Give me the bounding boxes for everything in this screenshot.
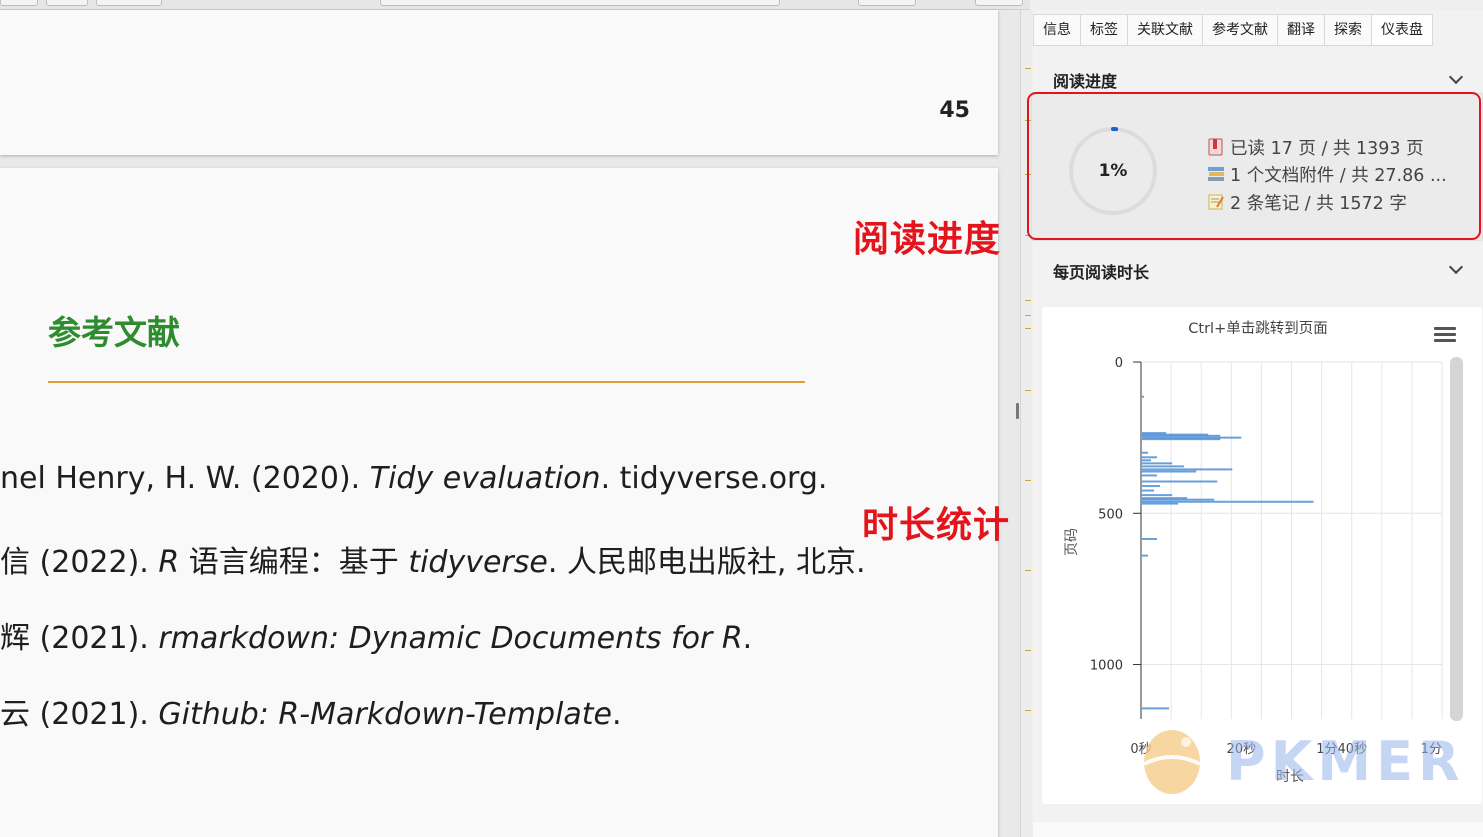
duration-bar[interactable] bbox=[1142, 468, 1233, 471]
tab-info[interactable]: 信息 bbox=[1033, 14, 1080, 46]
toolbar-button[interactable] bbox=[975, 0, 1023, 6]
duration-bar[interactable] bbox=[1142, 494, 1173, 497]
minimap-mark bbox=[1025, 68, 1031, 69]
duration-bar[interactable] bbox=[1142, 456, 1158, 459]
toolbar-button[interactable] bbox=[380, 0, 780, 6]
toolbar-button[interactable] bbox=[46, 0, 88, 6]
duration-bar[interactable] bbox=[1142, 489, 1155, 492]
pdf-page-previous: 45 bbox=[0, 10, 998, 155]
reference-title: rmarkdown: Dynamic Documents for R bbox=[158, 621, 743, 656]
minimap-mark bbox=[1025, 300, 1031, 301]
tab-dashboard[interactable]: 仪表盘 bbox=[1371, 14, 1433, 46]
duration-bar[interactable] bbox=[1142, 485, 1161, 488]
tab-related[interactable]: 关联文献 bbox=[1127, 14, 1202, 46]
minimap-mark bbox=[1025, 390, 1031, 391]
duration-bar[interactable] bbox=[1142, 470, 1197, 473]
duration-bar[interactable] bbox=[1142, 498, 1215, 501]
page-number: 45 bbox=[939, 98, 970, 123]
reference-title-rest: 语言编程：基于 bbox=[179, 545, 409, 580]
reference-entry: 信 (2022). R 语言编程：基于 tidyverse. 人民邮电出版社, … bbox=[0, 537, 866, 581]
reference-title-italic: tidyverse bbox=[408, 545, 548, 580]
app-window: 45 参考文献 nel Henry, H. W. (2020). Tidy ev… bbox=[0, 0, 1483, 837]
reference-title: R bbox=[158, 545, 180, 580]
chevron-down-icon[interactable] bbox=[1448, 69, 1464, 85]
duration-bar[interactable] bbox=[1142, 554, 1149, 557]
reference-source: . 人民邮电出版社, 北京. bbox=[547, 545, 866, 580]
reference-authors: nel Henry, H. W. (2020). bbox=[0, 461, 370, 496]
duration-bar[interactable] bbox=[1142, 395, 1144, 398]
reference-title: Github: R-Markdown-Template bbox=[158, 697, 612, 732]
duration-bar[interactable] bbox=[1142, 462, 1173, 465]
minimap-mark bbox=[1025, 710, 1031, 711]
tab-translate[interactable]: 翻译 bbox=[1277, 14, 1324, 46]
toolbar-button[interactable] bbox=[858, 0, 916, 6]
annotation-highlight-box bbox=[1027, 92, 1481, 240]
duration-bar[interactable] bbox=[1142, 459, 1152, 462]
duration-bar[interactable] bbox=[1142, 434, 1221, 437]
annotation-reading-progress: 阅读进度 bbox=[853, 218, 1002, 260]
duration-bar[interactable] bbox=[1142, 465, 1185, 468]
tab-tags[interactable]: 标签 bbox=[1080, 14, 1127, 46]
minimap-mark bbox=[1025, 480, 1031, 481]
reference-entry: 辉 (2021). rmarkdown: Dynamic Documents f… bbox=[0, 613, 752, 657]
section-title-reading-progress[interactable]: 阅读进度 bbox=[1053, 68, 1117, 92]
duration-bar[interactable] bbox=[1142, 474, 1158, 477]
pkmer-watermark: PKMER bbox=[1136, 720, 1466, 805]
reference-authors: 云 (2021). bbox=[0, 697, 159, 732]
y-tick-label: 1000 bbox=[1090, 659, 1123, 674]
heading-rule bbox=[48, 381, 805, 383]
pdf-viewer[interactable]: 45 参考文献 nel Henry, H. W. (2020). Tidy ev… bbox=[0, 10, 1020, 837]
pkmer-logo bbox=[1143, 730, 1201, 794]
duration-bar[interactable] bbox=[1142, 537, 1158, 540]
reference-source: . bbox=[611, 697, 622, 732]
chevron-down-icon[interactable] bbox=[1448, 259, 1464, 275]
pkmer-wordmark: PKMER bbox=[1226, 730, 1465, 793]
minimap-mark bbox=[1025, 315, 1031, 316]
references-heading: 参考文献 bbox=[48, 313, 180, 352]
pane-splitter-handle[interactable] bbox=[1016, 403, 1019, 419]
section-title-page-duration[interactable]: 每页阅读时长 bbox=[1053, 259, 1149, 283]
next-section-header bbox=[1033, 822, 1483, 837]
minimap-mark bbox=[1025, 328, 1031, 329]
y-axis-label: 页码 bbox=[1064, 528, 1080, 556]
duration-bar[interactable] bbox=[1142, 480, 1218, 483]
item-pane-tabs: 信息 标签 关联文献 参考文献 翻译 探索 仪表盘 bbox=[1033, 14, 1465, 48]
top-toolbar bbox=[0, 0, 1030, 10]
reference-source: . bbox=[742, 621, 753, 656]
toolbar-button[interactable] bbox=[96, 0, 162, 6]
reference-title: Tidy evaluation bbox=[369, 461, 601, 496]
pdf-page-current: 参考文献 nel Henry, H. W. (2020). Tidy evalu… bbox=[0, 168, 998, 837]
reference-source: . tidyverse.org. bbox=[600, 461, 828, 496]
reference-entry: nel Henry, H. W. (2020). Tidy evaluation… bbox=[0, 461, 827, 496]
reference-entry: 云 (2021). Github: R-Markdown-Template. bbox=[0, 689, 622, 733]
toolbar-button[interactable] bbox=[0, 0, 38, 6]
duration-bar[interactable] bbox=[1142, 451, 1149, 454]
y-tick-label: 0 bbox=[1115, 356, 1123, 371]
duration-bar[interactable] bbox=[1142, 438, 1221, 441]
duration-bar[interactable] bbox=[1142, 502, 1179, 505]
annotation-duration-stats: 时长统计 bbox=[862, 504, 1011, 546]
duration-bar[interactable] bbox=[1142, 707, 1170, 710]
minimap-mark bbox=[1025, 570, 1031, 571]
minimap-mark bbox=[1025, 650, 1031, 651]
tab-explore[interactable]: 探索 bbox=[1324, 14, 1371, 46]
duration-bar[interactable] bbox=[1142, 500, 1314, 503]
item-pane: 信息 标签 关联文献 参考文献 翻译 探索 仪表盘 阅读进度 1% 已读 17 … bbox=[1027, 10, 1483, 837]
chart-scrollbar[interactable] bbox=[1450, 357, 1463, 721]
tab-references[interactable]: 参考文献 bbox=[1202, 14, 1277, 46]
reference-authors: 辉 (2021). bbox=[0, 621, 159, 656]
y-tick-label: 500 bbox=[1098, 507, 1123, 522]
reference-authors: 信 (2022). bbox=[0, 545, 159, 580]
